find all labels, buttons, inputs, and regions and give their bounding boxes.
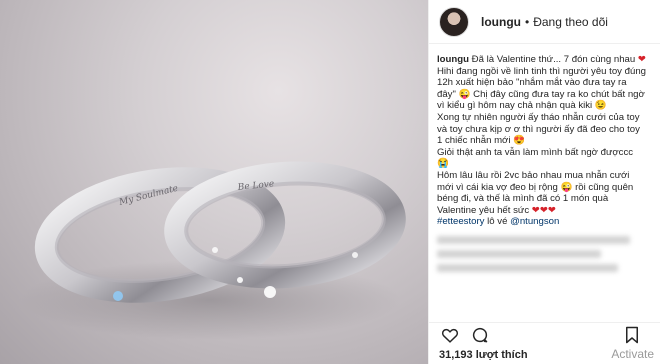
blurred-comment-line [437, 263, 618, 272]
action-bar [429, 322, 660, 346]
likes-count[interactable]: 31,193 lượt thích [439, 349, 528, 361]
comment-icon [472, 327, 488, 342]
caption-text-2: Hihi đang ngồi về linh tinh thì người yê… [437, 65, 649, 112]
blurred-comment-line [437, 235, 631, 244]
hashtag-link[interactable]: #etteestory [437, 216, 484, 227]
post-header: loungu • Đang theo dõi [429, 0, 660, 44]
comment-button[interactable] [469, 324, 491, 346]
follow-status[interactable]: Đang theo dõi [533, 15, 608, 29]
loves-text: lô vé [487, 216, 508, 228]
wedding-rings-image: My Soulmate Be Love [20, 161, 406, 340]
post-details-panel: loungu • Đang theo dõi loungu Đã là Vale… [428, 0, 660, 364]
mention-link[interactable]: @ntungson [510, 216, 559, 227]
blurred-comment-line [437, 249, 601, 258]
hearts-emoji: ❤❤❤ [531, 204, 556, 216]
username-link[interactable]: loungu [481, 15, 521, 29]
post-photo[interactable]: My Soulmate Be Love [0, 0, 428, 364]
caption-text-5-wrap: Hôm lâu lâu rồi 2vc bảo nhau mua nhẫn cư… [437, 170, 647, 216]
caption-text-3: Xong tự nhiên người ấy tháo nhẫn cưới củ… [437, 111, 643, 147]
caption: loungu Đã là Valentine thứ... 7 đón cùng… [429, 44, 660, 312]
separator-dot: • [524, 14, 530, 29]
caption-text-4: Giỏi thật anh ta vẫn làm mình bất ngờ đư… [437, 146, 636, 170]
activation-watermark: Activate [611, 347, 654, 361]
avatar[interactable] [439, 6, 469, 37]
save-button[interactable] [621, 324, 643, 346]
header-text: loungu • Đang theo dõi [481, 15, 608, 29]
caption-text-1: Đã là Valentine thứ... 7 đón cùng nhau [471, 54, 636, 65]
blurred-comments [437, 235, 647, 272]
like-button[interactable] [439, 324, 461, 346]
caption-line-1: loungu Đã là Valentine thứ... 7 đón cùng… [437, 54, 647, 66]
caption-tags: #etteestory lô vé @ntungson [437, 216, 647, 228]
heart-icon [441, 328, 459, 343]
heart-emoji: ❤ [637, 54, 646, 65]
bookmark-icon [626, 326, 638, 343]
caption-username[interactable]: loungu [437, 54, 469, 65]
